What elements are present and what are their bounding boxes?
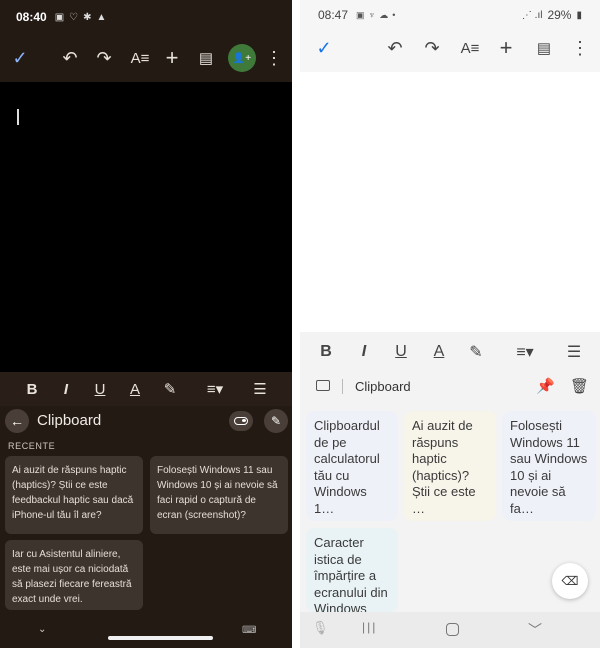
bold-button[interactable]: B <box>22 372 42 406</box>
underline-button[interactable]: U <box>90 372 110 406</box>
cloud-icon: ☁ <box>379 9 389 20</box>
clipboard-header: ← Clipboard ✎ <box>0 406 292 436</box>
dot-icon: • <box>392 10 396 20</box>
redo-icon[interactable]: ↷ <box>92 38 116 78</box>
keyboard-icon[interactable]: ⌨ <box>242 625 256 636</box>
back-arrow-icon[interactable]: ← <box>5 409 29 433</box>
clipboard-item[interactable]: Clipboardul de pe calculatorul tău cu Wi… <box>306 411 398 521</box>
text-format-icon[interactable]: A≡ <box>457 34 483 62</box>
bulb-icon: ♡ <box>69 11 79 23</box>
text-cursor <box>17 109 19 125</box>
hide-keyboard-icon[interactable]: ⌄ <box>38 624 46 635</box>
clipboard-title: Clipboard <box>355 379 411 394</box>
italic-button[interactable]: I <box>56 372 76 406</box>
status-bar: 08:47 ▣ ♆ ☁ • ⋰ .ıl 29% ▮ <box>300 0 600 30</box>
cloud-icon: ▲ <box>96 11 107 23</box>
undo-icon[interactable]: ↶ <box>385 34 405 62</box>
signal-icon: ⋰ .ıl <box>521 9 543 21</box>
share-person-add-icon[interactable]: 👤+ <box>228 44 256 72</box>
status-time: 08:40 <box>16 10 47 24</box>
bold-button[interactable]: B <box>316 332 336 372</box>
list-icon[interactable]: ☰ <box>250 372 270 406</box>
format-toolbar: B I U A ✎ ≡▾ ☰ <box>0 372 292 406</box>
underline-button[interactable]: U <box>391 332 411 372</box>
highlight-icon[interactable]: ✎ <box>466 332 486 372</box>
clipboard-item[interactable]: Ai auzit de răspuns haptic (haptics)? Șt… <box>5 456 143 534</box>
left-phone-screen: 08:40 ▣ ♡ ✱ ▲ ▼ ▮ ✓ ↶ ↷ A≡ + ▤ ⋮ 👤+ B I … <box>0 0 292 648</box>
recent-apps-icon[interactable]: ||| <box>362 620 377 634</box>
signal-app-icon: ♆ <box>368 10 376 20</box>
italic-button[interactable]: I <box>354 332 374 372</box>
text-format-icon[interactable]: A≡ <box>126 38 154 78</box>
mic-icon[interactable]: 🎙 <box>312 620 329 636</box>
clipboard-item[interactable]: Caracter istica de împărțire a ecranului… <box>306 528 398 612</box>
status-bar: 08:40 ▣ ♡ ✱ ▲ ▼ ▮ <box>0 0 292 34</box>
format-toolbar: B I U A ✎ ≡▾ ☰ <box>300 332 600 372</box>
clipboard-item[interactable]: Folosești Windows 11 sau Windows 10 și a… <box>502 411 596 521</box>
clipboard-item[interactable]: Iar cu Asistentul aliniere, este mai ușo… <box>5 540 143 610</box>
add-icon[interactable]: + <box>160 38 184 78</box>
more-options-icon[interactable]: ⋮ <box>262 38 286 78</box>
pin-icon[interactable]: 📌 <box>536 377 555 395</box>
document-editor[interactable] <box>0 82 292 372</box>
clipboard-item[interactable]: Ai auzit de răspuns haptic (haptics)? Șt… <box>404 411 496 521</box>
home-gesture-pill[interactable] <box>108 636 213 640</box>
align-dropdown[interactable]: ≡▾ <box>510 332 540 372</box>
edit-pencil-icon[interactable]: ✎ <box>264 409 288 433</box>
redo-icon[interactable]: ↷ <box>422 34 442 62</box>
done-check-icon[interactable]: ✓ <box>8 38 32 78</box>
undo-icon[interactable]: ↶ <box>58 38 82 78</box>
mic-icon: ✱ <box>83 11 92 23</box>
clipboard-header: Clipboard 📌 🗑 <box>300 372 600 402</box>
trash-icon[interactable]: 🗑 <box>570 377 589 395</box>
back-chevron-icon[interactable]: ﹀ <box>528 620 542 640</box>
document-editor[interactable] <box>300 72 600 332</box>
divider <box>342 379 343 394</box>
nav-bar: 🎙 ||| ﹀ <box>300 612 600 648</box>
align-dropdown[interactable]: ≡▾ <box>200 372 230 406</box>
notification-icon: ▣ <box>54 11 65 23</box>
text-color-button[interactable]: A <box>125 372 145 406</box>
more-options-icon[interactable]: ⋮ <box>571 34 589 62</box>
done-check-icon[interactable]: ✓ <box>314 34 334 62</box>
home-icon[interactable] <box>446 623 459 636</box>
gallery-icon: ▣ <box>356 9 365 20</box>
section-label-recent: RECENTE <box>8 441 56 451</box>
list-icon[interactable]: ☰ <box>564 332 584 372</box>
clipboard-title: Clipboard <box>37 412 102 429</box>
battery-percent: 29% <box>547 8 572 22</box>
right-phone-screen: 08:47 ▣ ♆ ☁ • ⋰ .ıl 29% ▮ ✓ ↶ ↷ A≡ + ▤ ⋮… <box>300 0 600 648</box>
battery-icon: ▮ <box>576 9 582 21</box>
backspace-icon[interactable]: ⌫ <box>552 563 588 599</box>
text-color-button[interactable]: A <box>428 332 450 372</box>
add-icon[interactable]: + <box>496 34 516 62</box>
nav-bar: ⌄ ⌨ <box>0 622 292 648</box>
comment-icon[interactable]: ▤ <box>534 34 554 62</box>
status-time: 08:47 <box>318 8 349 22</box>
highlight-icon[interactable]: ✎ <box>160 372 180 406</box>
keyboard-icon[interactable] <box>316 380 330 391</box>
clipboard-toggle-icon[interactable] <box>229 411 253 431</box>
comment-icon[interactable]: ▤ <box>194 38 218 78</box>
clipboard-item[interactable]: Folosești Windows 11 sau Windows 10 și a… <box>150 456 288 534</box>
